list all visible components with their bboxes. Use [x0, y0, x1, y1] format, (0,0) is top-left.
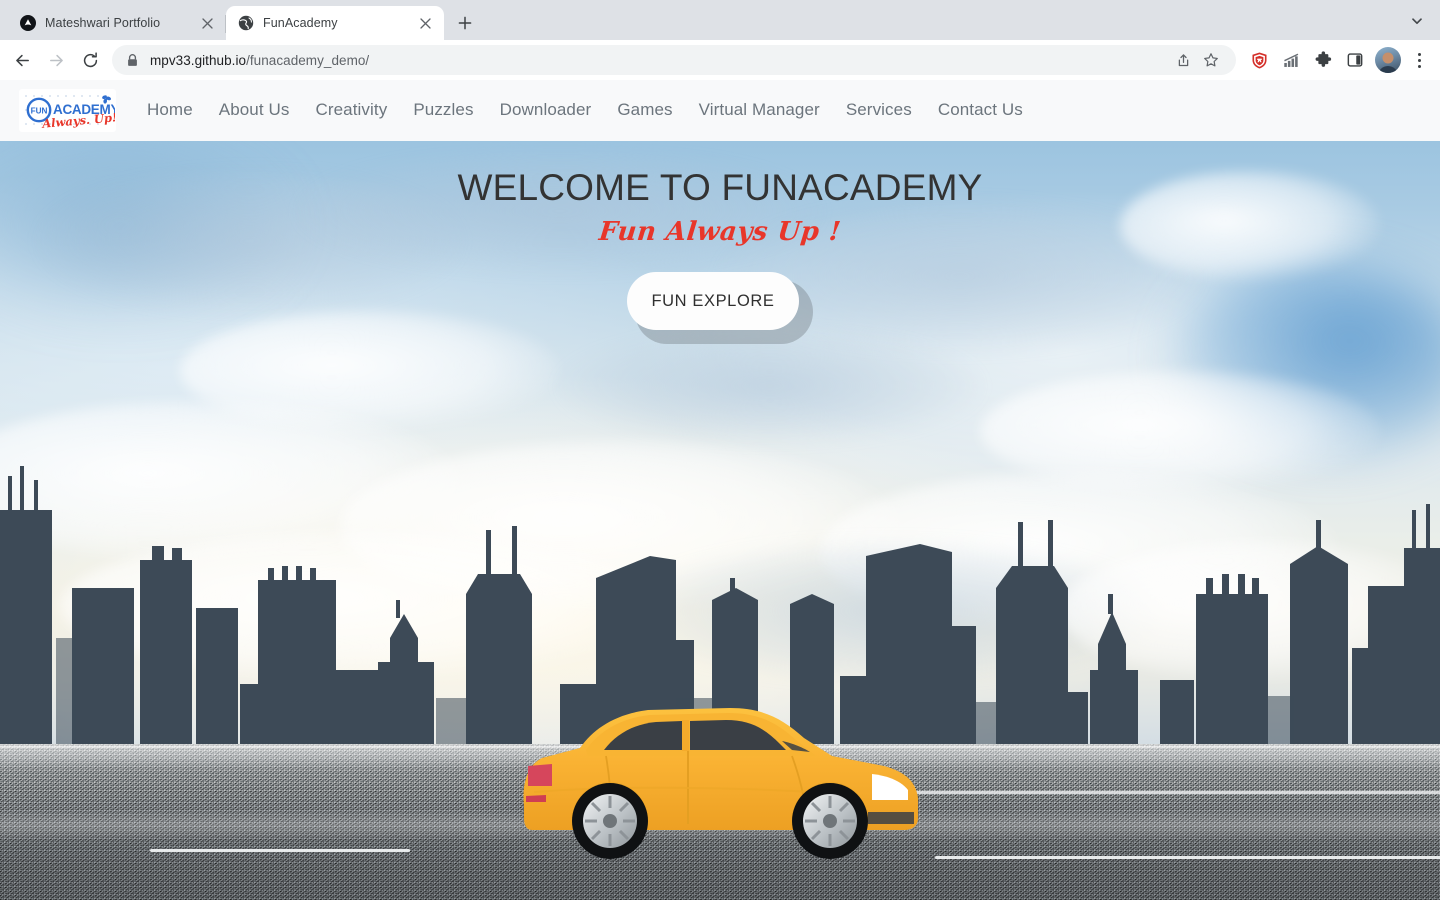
tab-title: Mateshwari Portfolio: [45, 16, 161, 30]
three-dot-menu-icon[interactable]: [1406, 45, 1432, 75]
browser-window: Mateshwari Portfolio FunAcademy mpv33.gi…: [0, 0, 1440, 900]
address-bar[interactable]: mpv33.github.io/funacademy_demo/: [112, 45, 1236, 75]
menu-dot: [1417, 52, 1421, 56]
menu-dot: [1417, 64, 1421, 68]
site-navigation: Home About Us Creativity Puzzles Downloa…: [134, 94, 1036, 126]
analytics-chart-icon[interactable]: [1276, 45, 1306, 75]
url-text: mpv33.github.io/funacademy_demo/: [150, 53, 369, 68]
nav-item-puzzles[interactable]: Puzzles: [400, 94, 486, 126]
globe-icon: [238, 15, 254, 31]
svg-text:FUN: FUN: [31, 106, 48, 115]
ublock-shield-icon[interactable]: [1244, 45, 1274, 75]
forward-arrow-icon[interactable]: [40, 44, 72, 76]
browser-toolbar: mpv33.github.io/funacademy_demo/: [0, 40, 1440, 80]
close-icon[interactable]: [198, 14, 216, 32]
url-path: /funacademy_demo/: [246, 52, 370, 68]
menu-dot: [1417, 58, 1421, 62]
back-arrow-icon[interactable]: [6, 44, 38, 76]
nav-item-games[interactable]: Games: [604, 94, 685, 126]
puzzle-extensions-icon[interactable]: [1308, 45, 1338, 75]
url-domain: mpv33.github.io: [150, 52, 247, 68]
new-tab-button[interactable]: [450, 8, 480, 38]
site-header: FUN ACADEMY Always. Up! Home About Us Cr…: [0, 80, 1440, 141]
cta-wrapper: FUN EXPLORE: [627, 272, 813, 345]
nav-item-creativity[interactable]: Creativity: [302, 94, 400, 126]
share-icon[interactable]: [1170, 47, 1196, 73]
page-title: WELCOME TO FUNACADEMY: [457, 167, 983, 208]
nav-item-virtual-manager[interactable]: Virtual Manager: [686, 94, 833, 126]
hero-copy: WELCOME TO FUNACADEMY Fun Always Up ! FU…: [0, 167, 1440, 345]
avatar-body: [1378, 66, 1398, 73]
reload-icon[interactable]: [74, 44, 106, 76]
lock-icon: [126, 53, 139, 68]
avatar-face: [1382, 52, 1394, 64]
lane-marking: [935, 856, 1440, 859]
nav-item-downloader[interactable]: Downloader: [487, 94, 605, 126]
omnibox-actions: [1160, 47, 1224, 73]
nav-item-home[interactable]: Home: [134, 94, 206, 126]
cloud: [560, 331, 980, 441]
side-panel-icon[interactable]: [1340, 45, 1370, 75]
hero-subtitle: Fun Always Up !: [597, 216, 843, 247]
tab-strip: Mateshwari Portfolio FunAcademy: [0, 0, 1440, 40]
nav-item-services[interactable]: Services: [833, 94, 925, 126]
profile-avatar[interactable]: [1375, 47, 1401, 73]
lane-marking: [150, 849, 410, 852]
triangle-dark-icon: [20, 15, 36, 31]
close-icon[interactable]: [416, 14, 434, 32]
tab-title: FunAcademy: [263, 16, 338, 30]
hero-section: WELCOME TO FUNACADEMY Fun Always Up ! FU…: [0, 141, 1440, 900]
nav-item-about-us[interactable]: About Us: [206, 94, 303, 126]
nav-item-contact-us[interactable]: Contact Us: [925, 94, 1036, 126]
tab-funacademy[interactable]: FunAcademy: [226, 6, 444, 40]
tab-mateshwari-portfolio[interactable]: Mateshwari Portfolio: [8, 6, 226, 40]
yellow-car: [516, 694, 928, 862]
fun-explore-button[interactable]: FUN EXPLORE: [627, 272, 799, 331]
star-icon[interactable]: [1198, 47, 1224, 73]
chevron-down-icon[interactable]: [1404, 8, 1430, 34]
funacademy-logo[interactable]: FUN ACADEMY Always. Up!: [19, 89, 116, 132]
page-viewport: FUN ACADEMY Always. Up! Home About Us Cr…: [0, 80, 1440, 900]
